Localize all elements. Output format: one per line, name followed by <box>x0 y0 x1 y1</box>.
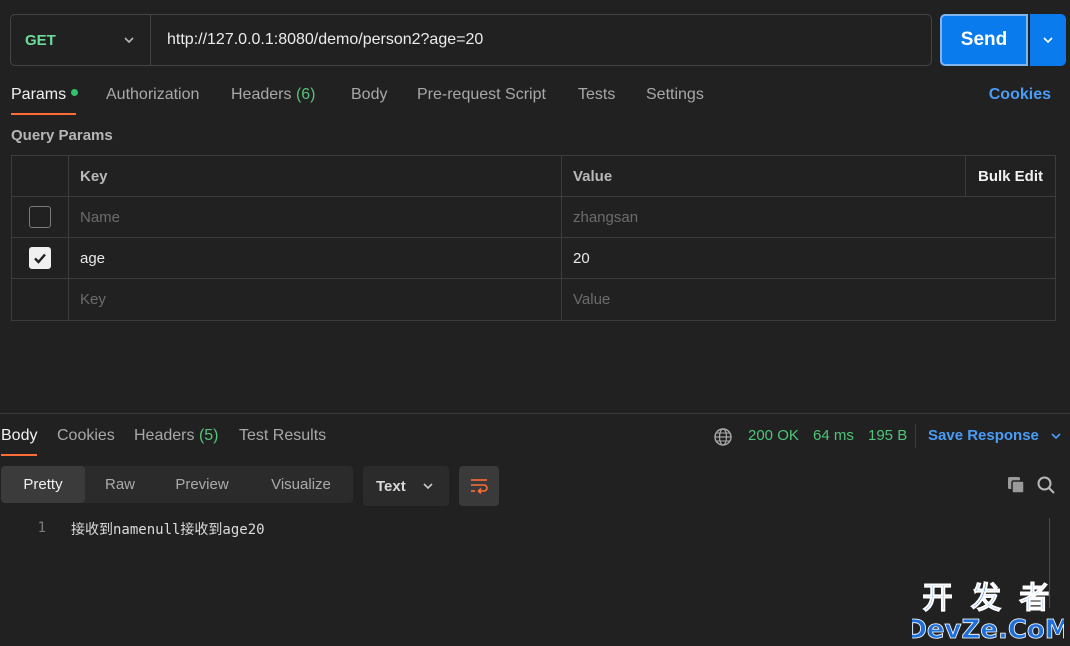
tab-count-badge: (5) <box>198 427 219 444</box>
tab-label: Params <box>11 86 67 103</box>
format-visualize[interactable]: Visualize <box>249 466 353 503</box>
copy-button[interactable] <box>1004 473 1028 497</box>
response-size[interactable]: 195 B <box>868 427 907 444</box>
query-params-title: Query Params <box>11 127 113 144</box>
param-key-input[interactable] <box>80 208 561 226</box>
globe-icon[interactable] <box>713 427 733 447</box>
new-param-key-input[interactable] <box>80 291 561 308</box>
format-preview[interactable]: Preview <box>155 466 249 503</box>
svg-text:DevZe.CoM: DevZe.CoM <box>912 615 1064 642</box>
value-cell <box>562 197 1055 237</box>
search-button[interactable] <box>1034 473 1058 497</box>
tab-label: Body <box>1 427 38 444</box>
request-tabs: Params Authorization Headers (6) Body Pr… <box>0 80 1070 116</box>
table-row <box>12 197 1055 238</box>
pane-divider[interactable] <box>0 413 1070 414</box>
query-params-table: Key Value Bulk Edit <box>11 155 1056 321</box>
method-select[interactable]: GET <box>11 15 151 65</box>
format-tabs: Pretty Raw Preview Visualize <box>1 466 353 503</box>
tab-test-results[interactable]: Test Results <box>239 427 326 445</box>
tab-settings[interactable]: Settings <box>646 86 704 104</box>
tab-response-body[interactable]: Body <box>1 427 37 445</box>
language-label: Text <box>376 477 406 495</box>
status-separator <box>915 424 916 448</box>
active-tab-indicator <box>11 113 76 115</box>
param-key-input[interactable] <box>80 249 561 267</box>
tab-label: Headers <box>231 86 292 103</box>
tab-label: Tests <box>578 86 616 103</box>
chevron-down-icon <box>124 37 134 44</box>
bulk-edit-button[interactable]: Bulk Edit <box>978 168 1043 185</box>
modified-dot-icon <box>71 89 79 97</box>
wrap-lines-icon <box>471 479 488 495</box>
value-cell <box>562 279 1055 320</box>
checkmark-icon <box>34 253 46 264</box>
tab-params[interactable]: Params <box>11 86 79 104</box>
bulk-edit-cell: Bulk Edit <box>965 156 1055 196</box>
chevron-down-icon <box>423 483 433 490</box>
param-checkbox[interactable] <box>29 206 51 228</box>
key-cell <box>69 197 562 237</box>
tab-label: Pre-request Script <box>417 86 546 103</box>
row-check-cell <box>12 279 69 320</box>
tab-label: Cookies <box>57 427 115 444</box>
new-param-value-input[interactable] <box>573 291 1055 308</box>
table-row <box>12 238 1055 279</box>
tab-label: Settings <box>646 86 704 103</box>
method-label: GET <box>25 31 56 49</box>
tab-label: Test Results <box>239 427 327 444</box>
chevron-down-icon <box>1043 37 1053 44</box>
line-number: 1 <box>37 520 46 536</box>
table-header-row: Key Value Bulk Edit <box>12 156 1055 197</box>
save-response-button[interactable]: Save Response <box>928 427 1063 444</box>
send-button[interactable]: Send <box>940 14 1028 66</box>
devze-watermark-logo: 开 发 者 DevZe.CoM <box>912 581 1064 643</box>
format-raw[interactable]: Raw <box>85 466 155 503</box>
cookies-link[interactable]: Cookies <box>989 86 1051 104</box>
response-time[interactable]: 64 ms <box>813 427 854 444</box>
url-input[interactable] <box>151 15 931 65</box>
column-header-value: Value <box>573 167 613 185</box>
table-row <box>12 279 1055 320</box>
tab-response-headers[interactable]: Headers (5) <box>134 427 219 445</box>
key-cell <box>69 238 562 278</box>
tab-label: Headers <box>134 427 195 444</box>
active-response-tab-indicator <box>1 454 37 456</box>
row-check-cell <box>12 197 69 237</box>
request-bar: GET <box>10 14 932 66</box>
save-response-label: Save Response <box>928 427 1039 444</box>
format-pretty[interactable]: Pretty <box>1 466 85 503</box>
row-check-cell <box>12 238 69 278</box>
tab-tests[interactable]: Tests <box>578 86 615 104</box>
tab-body[interactable]: Body <box>351 86 387 104</box>
param-value-input[interactable] <box>573 208 1055 226</box>
key-cell <box>69 279 562 320</box>
chevron-down-icon <box>1051 433 1061 440</box>
svg-text:开 发 者: 开 发 者 <box>923 581 1054 616</box>
tab-label: Authorization <box>106 86 200 103</box>
copy-icon <box>1008 477 1025 494</box>
tab-label: Body <box>351 86 388 103</box>
tab-headers[interactable]: Headers (6) <box>231 86 316 104</box>
param-value-input[interactable] <box>573 249 1055 267</box>
search-icon <box>1037 476 1055 494</box>
send-options-button[interactable] <box>1030 14 1066 66</box>
response-body-line[interactable]: 接收到namenull接收到age20 <box>71 519 265 539</box>
tab-count-badge: (6) <box>295 86 316 103</box>
language-select[interactable]: Text <box>363 466 449 506</box>
status-code[interactable]: 200 OK <box>748 427 799 444</box>
tab-response-cookies[interactable]: Cookies <box>57 427 115 445</box>
wrap-lines-button[interactable] <box>459 466 499 506</box>
header-check-cell <box>12 156 69 196</box>
tab-pre-request-script[interactable]: Pre-request Script <box>417 86 546 104</box>
param-checkbox[interactable] <box>29 247 51 269</box>
value-cell <box>562 238 1055 278</box>
column-header-key: Key <box>69 156 562 196</box>
tab-authorization[interactable]: Authorization <box>106 86 199 104</box>
